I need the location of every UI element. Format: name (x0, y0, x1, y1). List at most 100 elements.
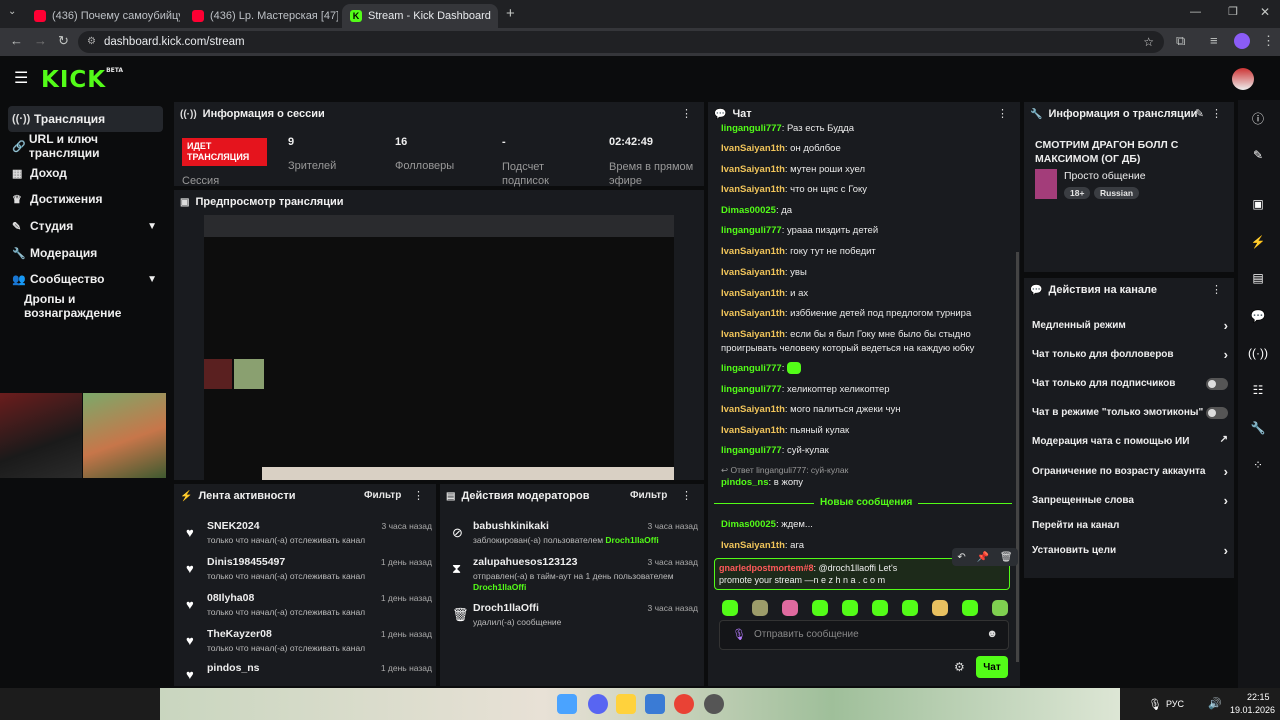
maximize-icon[interactable]: ❐ (1228, 5, 1238, 18)
emote-icon[interactable] (842, 600, 858, 616)
bookmark-star-icon[interactable]: ☆ (1143, 31, 1154, 53)
chat-user[interactable]: pindos_ns (721, 477, 769, 488)
sidebar-item-income[interactable]: ▦ Доход (8, 160, 163, 186)
document-icon[interactable]: ▤ (1244, 264, 1272, 292)
preview-icon[interactable]: ▣ (1244, 190, 1272, 218)
more-options-icon[interactable]: ⋮ (1211, 107, 1222, 120)
wrench-icon[interactable]: 🔧 (1244, 414, 1272, 442)
settings-icon[interactable]: ⚙ (954, 660, 965, 674)
mod-user[interactable]: Droch1llaOffi (473, 582, 526, 592)
age-restriction-action[interactable]: Ограничение по возрасту аккаунта › (1032, 464, 1228, 486)
category-name[interactable]: Просто общение (1064, 170, 1146, 182)
broadcast-icon[interactable]: ((·)) (1244, 339, 1272, 367)
forward-icon[interactable]: → (34, 33, 47, 48)
trash-icon[interactable]: 🗑 (1000, 552, 1013, 563)
emote-icon[interactable] (722, 600, 738, 616)
chat-user[interactable]: IvanSaiyan1th (721, 308, 785, 319)
clock-time[interactable]: 22:15 (1247, 692, 1270, 702)
sidebar-item-community[interactable]: 👥 Сообщество ▼ (8, 266, 163, 292)
start-icon[interactable] (557, 694, 577, 714)
apps-icon[interactable]: ⁘ (1244, 451, 1272, 479)
mod-user[interactable]: Droch1llaOffi (605, 535, 658, 545)
chat-user[interactable]: IvanSaiyan1th (721, 329, 785, 340)
chat-user[interactable]: linganguli777 (721, 225, 782, 236)
set-goals-action[interactable]: Установить цели › (1032, 543, 1228, 565)
edit-icon[interactable]: ✎ (1244, 141, 1272, 169)
ai-moderation-action[interactable]: Модерация чата с помощью ИИ ↗ (1032, 434, 1228, 456)
chat-user[interactable]: linganguli777 (721, 363, 782, 374)
app-icon[interactable] (616, 694, 636, 714)
chat-user[interactable]: IvanSaiyan1th (721, 540, 785, 551)
info-icon[interactable]: ⓘ (1244, 104, 1272, 132)
chat-user[interactable]: IvanSaiyan1th (721, 288, 785, 299)
chat-user[interactable]: Dimas00025 (721, 519, 776, 530)
kick-logo[interactable]: KICKBETA (41, 67, 123, 93)
activity-user[interactable]: 08Ilyha08 (207, 592, 254, 604)
more-options-icon[interactable]: ⋮ (413, 489, 424, 502)
emote-icon[interactable] (752, 600, 768, 616)
chat-input[interactable]: 🎙 Отправить сообщение ☻ (719, 620, 1009, 650)
sidebar-item-stream[interactable]: ((·)) Трансляция (8, 106, 163, 132)
emote-icon[interactable] (872, 600, 888, 616)
close-icon[interactable]: ✕ (491, 9, 498, 23)
address-bar[interactable]: ⚙ dashboard.kick.com/stream ☆ (78, 31, 1164, 53)
emoji-icon[interactable]: ☻ (986, 628, 998, 640)
bolt-icon[interactable]: ⚡ (1244, 228, 1272, 256)
browser-tab-2[interactable]: (436) Lp. Мастерская [47] • #3... ✕ (184, 4, 338, 28)
activity-user[interactable]: Dinis198455497 (207, 556, 285, 568)
mod-target-user[interactable]: Droch1llaOffi (473, 602, 539, 614)
more-options-icon[interactable]: ⋮ (1211, 283, 1222, 296)
pin-icon[interactable]: 📌 (977, 552, 989, 563)
chat-user[interactable]: IvanSaiyan1th (721, 184, 785, 195)
obs-icon[interactable] (704, 694, 724, 714)
subscribers-only-toggle[interactable] (1206, 378, 1228, 390)
chat-user[interactable]: gnarledpostmortem#8 (719, 563, 814, 573)
minimize-icon[interactable]: — (1190, 6, 1201, 18)
chat-user[interactable]: linganguli777 (721, 384, 782, 395)
back-icon[interactable]: ← (10, 33, 23, 48)
sidebar-item-drops[interactable]: Дропы и вознаграждение (8, 292, 163, 320)
emote-icon[interactable] (992, 600, 1008, 616)
new-tab-icon[interactable]: + (506, 5, 515, 22)
media-icon[interactable]: ≡ (1210, 33, 1218, 48)
chrome-icon[interactable] (674, 694, 694, 714)
site-info-icon[interactable]: ⚙ (87, 31, 96, 53)
discord-icon[interactable] (588, 694, 608, 714)
edit-icon[interactable]: ✎ (1195, 107, 1204, 120)
user-avatar[interactable] (1232, 68, 1254, 90)
chat-user[interactable]: IvanSaiyan1th (721, 143, 785, 154)
language-indicator[interactable]: РУС (1166, 699, 1184, 709)
chat-user[interactable]: IvanSaiyan1th (721, 404, 785, 415)
sidebar-item-achievements[interactable]: ♛ Достижения (8, 186, 163, 212)
emote-icon[interactable] (782, 600, 798, 616)
profile-avatar[interactable] (1234, 33, 1250, 49)
activity-user[interactable]: SNEK2024 (207, 520, 260, 532)
emote-icon[interactable] (812, 600, 828, 616)
microphone-icon[interactable]: 🎙 (732, 628, 746, 641)
microphone-icon[interactable]: 🎙 (1148, 698, 1162, 711)
menu-icon[interactable]: ⋮ (1262, 33, 1275, 49)
banned-words-action[interactable]: Запрещенные слова › (1032, 493, 1228, 515)
clock-date[interactable]: 19.01.2026 (1230, 705, 1275, 715)
chat-user[interactable]: IvanSaiyan1th (721, 246, 785, 257)
send-chat-button[interactable]: Чат (976, 656, 1008, 678)
emote-icon[interactable] (962, 600, 978, 616)
stream-preview-video[interactable] (204, 215, 674, 480)
browser-tab-1[interactable]: (436) Почему самоубийцу все... ✕ (26, 4, 180, 28)
emote-icon[interactable] (932, 600, 948, 616)
chat-user[interactable]: linganguli777 (721, 445, 782, 456)
hamburger-icon[interactable]: ☰ (14, 68, 28, 88)
sidebar-item-moderation[interactable]: 🔧 Модерация (8, 240, 163, 266)
layout-icon[interactable]: ☷ (1244, 376, 1272, 404)
chat-icon[interactable]: 💬 (1244, 302, 1272, 330)
tab-search-icon[interactable]: ⌄ (8, 6, 16, 17)
followers-only-action[interactable]: Чат только для фолловеров › (1032, 347, 1228, 369)
chat-user[interactable]: Dimas00025 (721, 205, 776, 216)
slow-mode-action[interactable]: Медленный режим › (1032, 318, 1228, 340)
sidebar-item-url-key[interactable]: 🔗 URL и ключ трансляции (8, 132, 163, 160)
mod-target-user[interactable]: babushkinikaki (473, 520, 549, 532)
go-to-channel-action[interactable]: Перейти на канал (1032, 520, 1228, 540)
activity-user[interactable]: pindos_ns (207, 662, 260, 674)
chat-user[interactable]: IvanSaiyan1th (721, 425, 785, 436)
chat-user[interactable]: IvanSaiyan1th (721, 267, 785, 278)
